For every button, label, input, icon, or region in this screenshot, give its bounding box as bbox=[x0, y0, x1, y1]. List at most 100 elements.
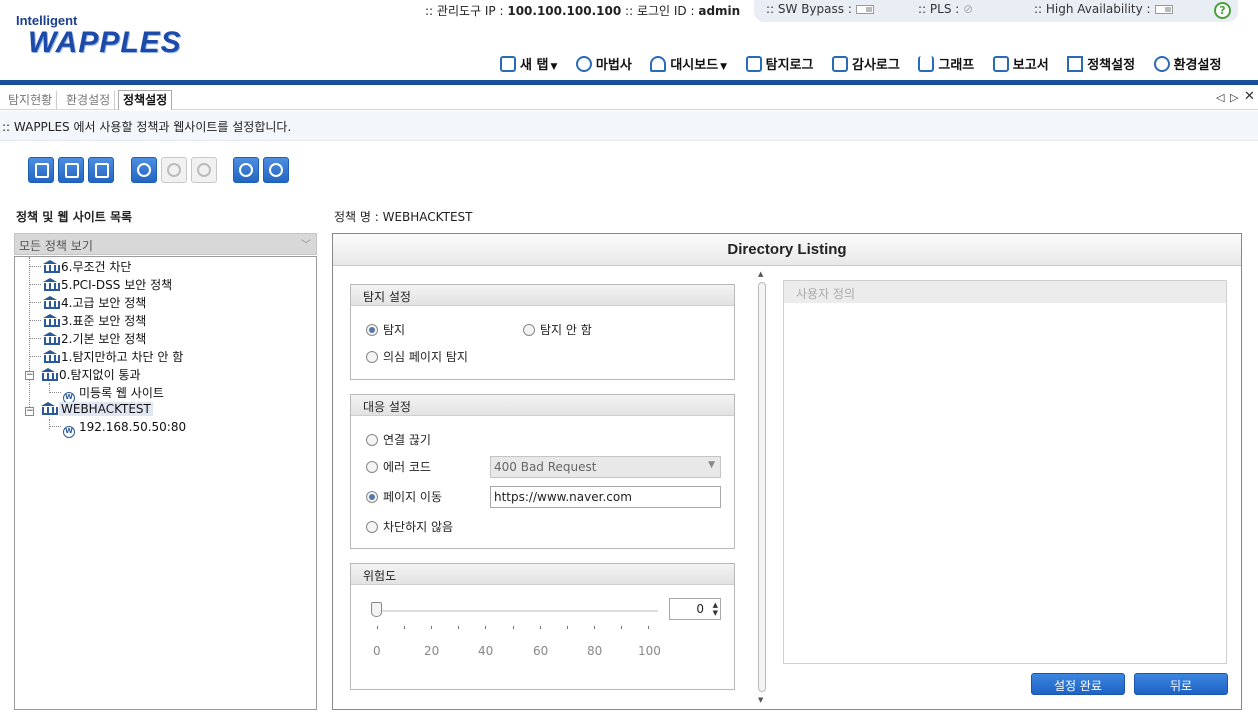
radio-error-code[interactable]: 에러 코드 bbox=[366, 458, 431, 475]
edit-site-button[interactable] bbox=[161, 157, 187, 183]
wizard-icon bbox=[575, 56, 592, 72]
sw-bypass-toggle-icon[interactable] bbox=[855, 5, 874, 14]
import-site-button[interactable] bbox=[233, 157, 259, 183]
risk-slider-track[interactable] bbox=[373, 610, 658, 612]
user-defined-box[interactable]: 사용자 정의 bbox=[783, 280, 1227, 664]
tree-item-policy-3[interactable]: 3.표준 보안 정책 bbox=[29, 312, 146, 330]
menu-detect-log[interactable]: 탐지로그 bbox=[745, 54, 813, 73]
tick-label: 40 bbox=[478, 644, 494, 658]
collapse-toggle[interactable]: − bbox=[25, 371, 34, 380]
menu-env[interactable]: 환경설정 bbox=[1153, 54, 1221, 73]
risk-value-stepper[interactable]: 0 ▲ ▼ bbox=[669, 598, 721, 620]
tree-item-policy-6[interactable]: 6.무조건 차단 bbox=[29, 258, 131, 276]
menu-graph[interactable]: 그래프 bbox=[918, 54, 974, 73]
edit-policy-button[interactable] bbox=[58, 157, 84, 183]
tick-label: 60 bbox=[533, 644, 549, 658]
risk-level-head: 위험도 bbox=[351, 564, 734, 585]
radio-disconnect[interactable]: 연결 끊기 bbox=[366, 431, 431, 448]
scroll-up-icon[interactable]: ▲ bbox=[758, 270, 763, 278]
globe-export-icon bbox=[269, 163, 283, 177]
menu-wizard[interactable]: 마법사 bbox=[575, 54, 632, 73]
apply-settings-button[interactable]: 설정 완료 bbox=[1031, 673, 1125, 695]
system-status-bar: :: SW Bypass : :: PLS : ⊘ :: High Availa… bbox=[754, 0, 1238, 22]
add-site-button[interactable] bbox=[131, 157, 157, 183]
ha-status: :: High Availability : bbox=[1034, 2, 1173, 16]
menu-audit-log[interactable]: 감사로그 bbox=[832, 54, 900, 73]
menu-policy[interactable]: 정책설정 bbox=[1067, 54, 1135, 73]
radio-redirect[interactable]: 페이지 이동 bbox=[366, 488, 442, 505]
policy-tree: 6.무조건 차단 5.PCI-DSS 보안 정책 4.고급 보안 정책 3.표준… bbox=[14, 256, 317, 710]
collapse-toggle[interactable]: − bbox=[25, 407, 34, 416]
response-settings-head: 대응 설정 bbox=[351, 395, 734, 416]
radio-no-detect[interactable]: 탐지 안 함 bbox=[523, 321, 592, 338]
back-button[interactable]: 뒤로 bbox=[1134, 673, 1228, 695]
tab-policy-settings[interactable]: 정책설정 bbox=[118, 90, 173, 110]
tab-detect-status[interactable]: 탐지현황 bbox=[4, 91, 58, 110]
export-site-button[interactable] bbox=[263, 157, 289, 183]
stepper-up-icon[interactable]: ▲ bbox=[713, 601, 718, 609]
settings-scrollbar[interactable]: ▲ ▼ bbox=[755, 268, 769, 708]
stepper-down-icon[interactable]: ▼ bbox=[713, 609, 718, 617]
radio-no-block[interactable]: 차단하지 않음 bbox=[366, 518, 453, 535]
chevron-down-icon: ▼ bbox=[708, 460, 715, 470]
delete-site-button[interactable] bbox=[191, 157, 217, 183]
bank-icon bbox=[43, 278, 60, 291]
delete-policy-button[interactable] bbox=[88, 157, 114, 183]
risk-level-group: 위험도 0 ▲ ▼ 0 20 40 60 80 100 bbox=[350, 563, 735, 690]
slider-tick bbox=[512, 626, 514, 629]
login-id: admin bbox=[698, 4, 741, 18]
tab-close-icon[interactable]: ✕ bbox=[1244, 89, 1255, 104]
add-policy-button[interactable] bbox=[28, 157, 54, 183]
tree-item-policy-2[interactable]: 2.기본 보안 정책 bbox=[29, 330, 146, 348]
slider-tick bbox=[539, 626, 541, 629]
bank-icon bbox=[41, 368, 58, 381]
login-label: 로그인 ID : bbox=[636, 4, 695, 18]
tab-next-icon[interactable]: ▷ bbox=[1230, 91, 1238, 104]
chevron-down-icon: ▼ bbox=[550, 62, 558, 72]
session-info: :: 관리도구 IP : 100.100.100.100 :: 로그인 ID :… bbox=[425, 4, 741, 18]
pls-status: :: PLS : ⊘ bbox=[918, 2, 974, 16]
policy-filter-select[interactable]: 모든 정책 보기 ﹀ bbox=[14, 233, 317, 255]
slider-tick bbox=[648, 626, 649, 629]
menu-dashboard[interactable]: 대시보드 ▼ bbox=[650, 54, 727, 73]
slider-tick bbox=[485, 626, 487, 629]
slider-tick bbox=[377, 626, 378, 629]
redirect-url-input[interactable]: https://www.naver.com bbox=[490, 486, 721, 508]
tab-env-settings[interactable]: 환경설정 bbox=[62, 91, 116, 110]
slider-tick bbox=[458, 626, 460, 629]
edit-policy-icon bbox=[65, 163, 79, 178]
tick-label: 80 bbox=[587, 644, 603, 658]
globe-add-icon bbox=[137, 163, 151, 177]
scroll-thumb[interactable] bbox=[758, 282, 766, 692]
slider-tick bbox=[404, 626, 406, 629]
tree-item-unregistered-site[interactable]: W 미등록 웹 사이트 bbox=[49, 384, 164, 404]
gauge-icon bbox=[650, 56, 667, 72]
radio-detect[interactable]: 탐지 bbox=[366, 321, 405, 338]
menu-new-tab[interactable]: 새 탭 ▼ bbox=[500, 54, 557, 73]
tree-item-policy-4[interactable]: 4.고급 보안 정책 bbox=[29, 294, 146, 312]
tick-label: 20 bbox=[424, 644, 440, 658]
tree-item-site-192[interactable]: W 192.168.50.50:80 bbox=[49, 420, 186, 438]
gear-icon bbox=[1153, 56, 1170, 72]
radio-suspicious-page[interactable]: 의심 페이지 탐지 bbox=[366, 348, 468, 365]
tree-item-policy-0[interactable]: 0.탐지없이 통과 bbox=[41, 366, 141, 384]
tick-label: 100 bbox=[638, 644, 661, 658]
tree-item-policy-1[interactable]: 1.탐지만하고 차단 안 함 bbox=[29, 348, 183, 366]
ha-toggle-icon[interactable] bbox=[1154, 5, 1173, 14]
delete-policy-icon bbox=[95, 163, 109, 178]
detect-settings-head: 탐지 설정 bbox=[351, 285, 734, 306]
policy-list-title: 정책 및 웹 사이트 목록 bbox=[16, 210, 133, 224]
tree-item-webhacktest[interactable]: WEBHACKTEST bbox=[41, 402, 153, 420]
scroll-down-icon[interactable]: ▼ bbox=[758, 696, 763, 704]
slider-tick bbox=[620, 626, 622, 629]
bank-icon bbox=[43, 296, 60, 309]
globe-delete-icon bbox=[197, 163, 211, 177]
help-icon[interactable]: ? bbox=[1214, 2, 1231, 19]
risk-slider-handle[interactable] bbox=[371, 602, 382, 617]
menu-report[interactable]: 보고서 bbox=[992, 54, 1049, 73]
detect-settings-group: 탐지 설정 탐지 탐지 안 함 의심 페이지 탐지 bbox=[350, 284, 735, 380]
audit-doc-icon bbox=[832, 56, 848, 72]
tree-item-policy-5[interactable]: 5.PCI-DSS 보안 정책 bbox=[29, 276, 172, 294]
error-code-select[interactable]: 400 Bad Request ▼ bbox=[490, 456, 721, 478]
tab-prev-icon[interactable]: ◁ bbox=[1216, 91, 1224, 104]
